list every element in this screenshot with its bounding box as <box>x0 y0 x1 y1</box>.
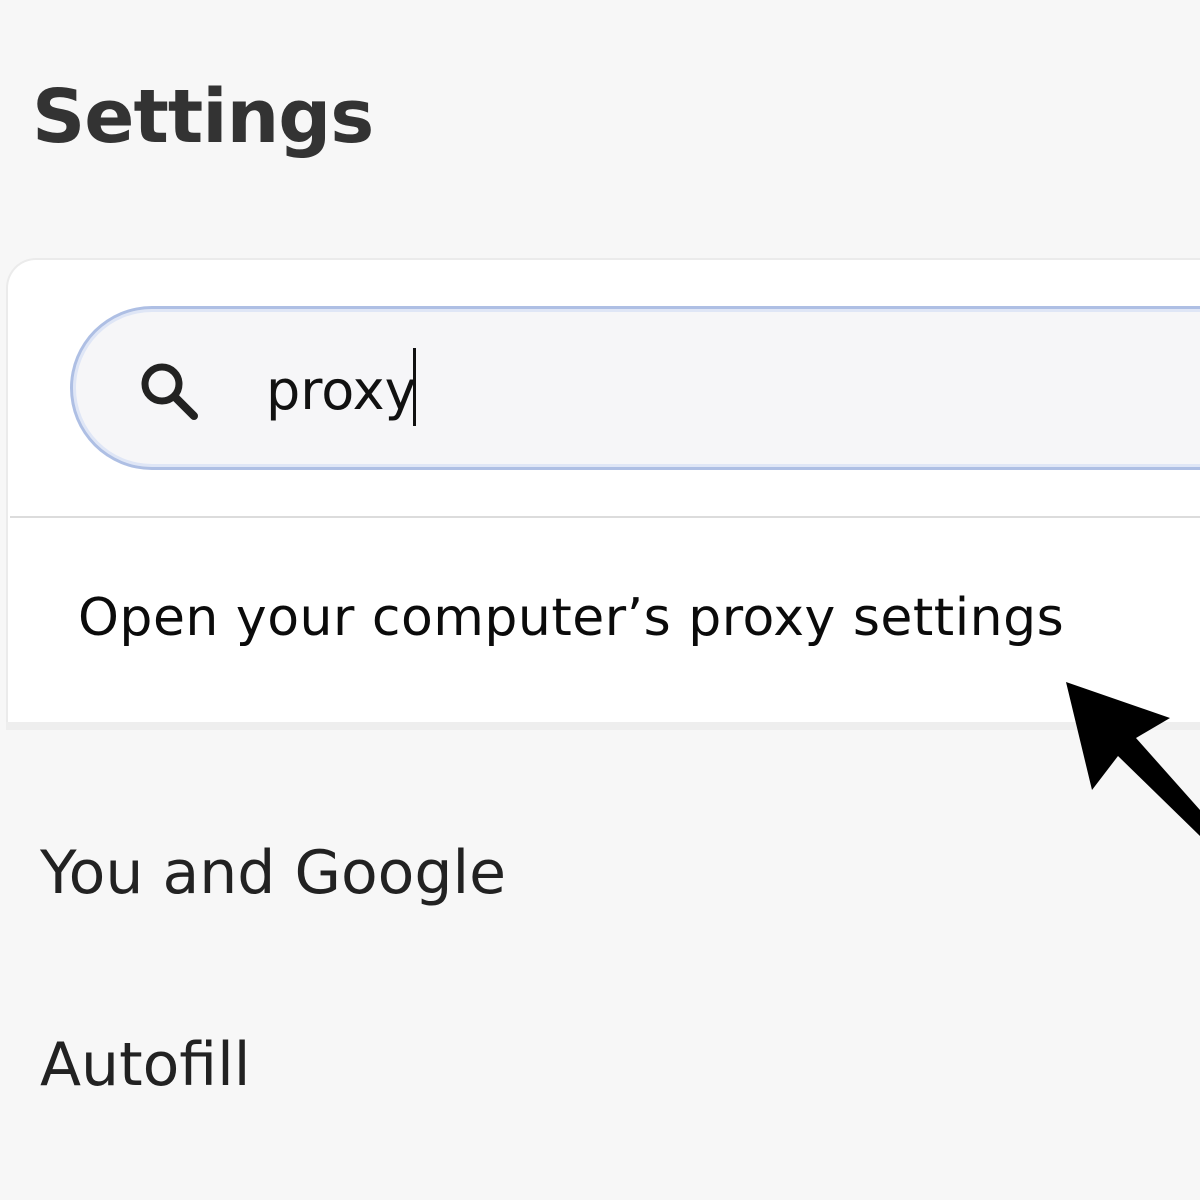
search-input[interactable] <box>266 346 866 436</box>
settings-page: Settings Open your computer’s proxy sett… <box>0 0 1200 1200</box>
search-result-proxy-settings[interactable]: Open your computer’s proxy settings <box>10 520 1200 720</box>
card-bottom-edge <box>6 722 1200 730</box>
search-icon[interactable] <box>134 356 206 428</box>
nav-item-autofill[interactable]: Autofill <box>40 1030 250 1100</box>
pointer-arrow-icon <box>1066 682 1200 836</box>
nav-item-you-and-google[interactable]: You and Google <box>40 838 506 908</box>
search-result-label: Open your computer’s proxy settings <box>78 588 1065 648</box>
text-caret <box>413 348 416 426</box>
page-title: Settings <box>32 74 374 160</box>
divider <box>10 516 1200 518</box>
